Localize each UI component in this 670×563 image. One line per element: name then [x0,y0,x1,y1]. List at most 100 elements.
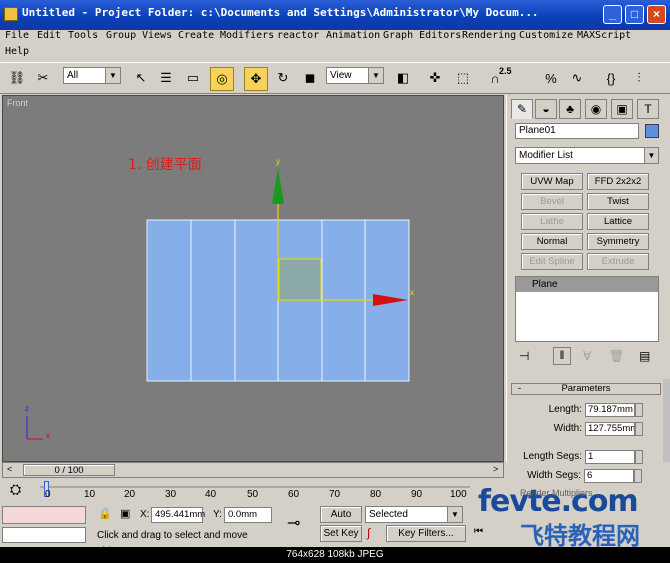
hierarchy-tab-icon[interactable]: ♣ [559,99,581,119]
configure-sets-icon[interactable]: ▤ [639,349,650,363]
ref-coord-dropdown[interactable]: View ▼ [326,67,384,84]
width-segs-spinner[interactable] [634,469,642,483]
go-to-start-icon[interactable]: ⏮ [474,526,483,537]
mirror-icon[interactable]: ⫶ [628,67,650,89]
modifier-stack[interactable]: Plane [515,276,659,342]
time-left-arrow-icon[interactable]: < [7,464,12,474]
rotate-icon[interactable]: ↻ [272,67,294,89]
minimize-button[interactable]: _ [603,5,622,24]
set-key-button[interactable]: Set Key [320,525,362,542]
bevel-button[interactable]: Bevel [521,193,583,210]
stack-toolbar: ⊣ ‖ ∀ 🗑 ▤ [515,347,659,367]
uvw-map-button[interactable]: UVW Map [521,173,583,190]
prompt-line: Click and drag to select and move object… [97,530,248,557]
percent-snap-icon[interactable]: ∿ [566,67,588,89]
time-slider-thumb[interactable]: 0 / 100 [23,464,115,476]
extrude-button[interactable]: Extrude [587,253,649,270]
rect-selection-icon[interactable]: ▭ [182,67,204,89]
show-end-result-icon[interactable]: ‖ [553,347,571,365]
auto-key-button[interactable]: Auto Key [320,506,362,535]
lathe-button[interactable]: Lathe [521,213,583,230]
close-button[interactable]: × [647,5,666,24]
object-name-field[interactable]: Plane01 [515,123,639,139]
select-icon[interactable]: ↖ [130,67,152,89]
maxscript-listener-field[interactable] [2,506,86,524]
curve-editor-icon[interactable]: ⛭ [10,481,21,498]
x-coord-field[interactable]: 495.441mm [151,507,205,523]
key-filters-button[interactable]: Key Filters... [386,525,466,542]
menu-file[interactable]: File [5,30,29,41]
absolute-mode-icon[interactable]: ▣ [120,507,130,520]
length-field[interactable]: 79.187mm [585,403,635,417]
edit-spline-button[interactable]: Edit Spline [521,253,583,270]
symmetry-button[interactable]: Symmetry [587,233,649,250]
select-manipulate-icon[interactable]: ✜ [424,67,446,89]
menu-help[interactable]: Help [5,46,29,57]
tick-label: 70 [329,489,341,500]
menu-tools[interactable]: Tools [68,30,98,41]
lock-selection-icon[interactable]: 🔒 [98,507,112,520]
maximize-button[interactable]: □ [625,5,644,24]
menu-animation[interactable]: Animation [326,30,380,41]
length-spinner[interactable] [635,403,643,417]
keyboard-shortcut-icon[interactable]: ⬚ [452,67,474,89]
key-tangent-icon[interactable]: ∫ [367,526,370,540]
twist-button[interactable]: Twist [587,193,649,210]
modify-tab-icon[interactable]: ◒ [535,99,557,119]
utilities-tab-icon[interactable]: T [637,99,659,119]
menu-create[interactable]: Create [178,30,214,41]
time-right-arrow-icon[interactable]: > [493,464,498,474]
front-viewport[interactable]: Front 1. 创建平面 y x z x [2,95,504,462]
menu-graph-editors[interactable]: Graph Editors [383,30,461,41]
x-label: X: [140,509,150,520]
menu-modifiers[interactable]: Modifiers [220,30,274,41]
menu-edit[interactable]: Edit [37,30,61,41]
plane-object[interactable]: y x [3,96,503,461]
menu-views[interactable]: Views [142,30,172,41]
key-icon[interactable]: ⊸ [287,513,300,533]
time-slider[interactable]: 0 / 100 < > [2,462,504,478]
parameters-rollout[interactable]: - Parameters [511,383,661,395]
lattice-button[interactable]: Lattice [587,213,649,230]
tick-label: 30 [165,489,177,500]
remove-modifier-icon[interactable]: 🗑 [609,349,624,363]
angle-snap-icon[interactable]: % [540,67,562,89]
y-coord-field[interactable]: 0.0mm [224,507,272,523]
width-segs-field[interactable]: 6 [584,469,634,483]
watermark-logo-cn: 飞特教程网 [520,522,640,550]
pivot-icon[interactable]: ◧ [392,67,414,89]
key-selection-dropdown[interactable]: Selected ▼ [365,506,463,523]
move-icon[interactable]: ✥ [244,67,268,91]
track-bar[interactable]: ⛭ 0 10 20 30 40 50 60 70 80 90 100 [0,479,510,501]
select-by-name-icon[interactable]: ☰ [155,67,177,89]
scale-icon[interactable]: ◼ [299,67,321,89]
display-tab-icon[interactable]: ▣ [611,99,633,119]
menu-reactor[interactable]: reactor [277,30,319,41]
menu-rendering[interactable]: Rendering [462,30,516,41]
length-segs-field[interactable]: 1 [585,450,635,464]
object-color-swatch[interactable] [645,124,659,138]
svg-text:x: x [410,288,414,297]
window-crossing-icon[interactable]: ◎ [210,67,234,91]
create-tab-icon[interactable]: ✎ [511,99,533,119]
unlink-icon[interactable]: ✂ [32,67,54,89]
named-selection-icon[interactable]: {} [600,67,622,89]
tick-label: 80 [370,489,382,500]
width-spinner[interactable] [635,422,643,436]
width-field[interactable]: 127.755mm [585,422,635,436]
menu-group[interactable]: Group [106,30,136,41]
pin-stack-icon[interactable]: ⊣ [519,349,529,363]
menu-customize[interactable]: Customize [519,30,573,41]
render-multipliers-label: Render Multipliers [520,488,593,498]
command-panel-scrollbar[interactable] [663,379,670,462]
menu-maxscript[interactable]: MAXScript [577,30,631,41]
length-segs-spinner[interactable] [635,450,643,464]
select-link-icon[interactable]: ⛓ [6,67,28,89]
selection-filter-dropdown[interactable]: All ▼ [63,67,121,84]
motion-tab-icon[interactable]: ◉ [585,99,607,119]
make-unique-icon[interactable]: ∀ [583,349,591,363]
modifier-list-dropdown[interactable]: Modifier List ▼ [515,147,659,164]
ffd-button[interactable]: FFD 2x2x2 [587,173,649,190]
normal-button[interactable]: Normal [521,233,583,250]
stack-item-plane[interactable]: Plane [516,277,658,292]
